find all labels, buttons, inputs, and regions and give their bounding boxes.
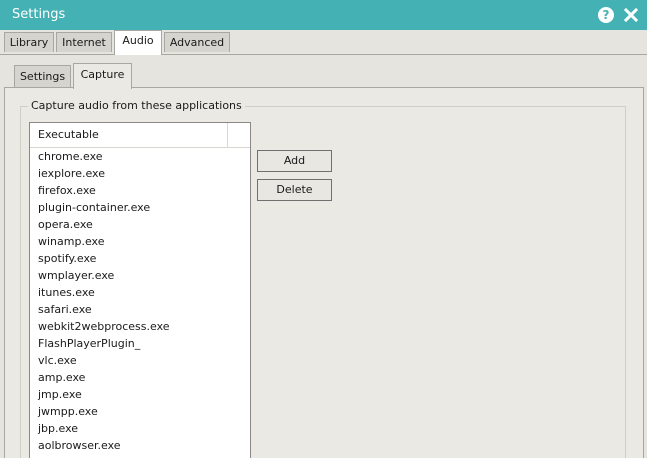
window-title: Settings (12, 7, 66, 22)
title-bar: Settings ? (0, 0, 647, 30)
list-item[interactable]: jwmpp.exe (30, 403, 250, 420)
list-item[interactable]: itunes.exe (30, 284, 250, 301)
close-icon[interactable] (622, 6, 640, 24)
list-item[interactable]: safari.exe (30, 301, 250, 318)
list-item[interactable]: iexplore.exe (30, 165, 250, 182)
list-rows: chrome.exe iexplore.exe firefox.exe plug… (30, 148, 250, 454)
list-item[interactable]: jmp.exe (30, 386, 250, 403)
list-item[interactable]: vlc.exe (30, 352, 250, 369)
group-label: Capture audio from these applications (28, 99, 245, 112)
sub-tab-bar: Settings Capture (0, 62, 647, 89)
list-item[interactable]: opera.exe (30, 216, 250, 233)
tab-advanced[interactable]: Advanced (164, 32, 230, 52)
list-header: Executable (30, 123, 250, 148)
tab-library[interactable]: Library (4, 32, 54, 52)
settings-window: Settings ? Library Internet Audio Advanc… (0, 0, 647, 458)
help-icon[interactable]: ? (598, 7, 614, 23)
executable-list[interactable]: Executable chrome.exe iexplore.exe firef… (29, 122, 251, 458)
list-item[interactable]: firefox.exe (30, 182, 250, 199)
column-header-executable[interactable]: Executable (30, 123, 228, 147)
list-item[interactable]: FlashPlayerPlugin_ (30, 335, 250, 352)
list-item[interactable]: plugin-container.exe (30, 199, 250, 216)
tab-internet[interactable]: Internet (56, 32, 112, 52)
list-item[interactable]: wmplayer.exe (30, 267, 250, 284)
add-button[interactable]: Add (257, 150, 332, 172)
list-item[interactable]: spotify.exe (30, 250, 250, 267)
list-item[interactable]: winamp.exe (30, 233, 250, 250)
list-item[interactable]: webkit2webprocess.exe (30, 318, 250, 335)
list-item[interactable]: amp.exe (30, 369, 250, 386)
delete-button[interactable]: Delete (257, 179, 332, 201)
list-item[interactable]: aolbrowser.exe (30, 437, 250, 454)
subtab-settings[interactable]: Settings (14, 65, 71, 87)
main-tab-bar: Library Internet Audio Advanced (0, 30, 647, 55)
tab-audio[interactable]: Audio (114, 30, 162, 55)
subtab-capture[interactable]: Capture (73, 63, 132, 89)
list-item[interactable]: chrome.exe (30, 148, 250, 165)
list-item[interactable]: jbp.exe (30, 420, 250, 437)
